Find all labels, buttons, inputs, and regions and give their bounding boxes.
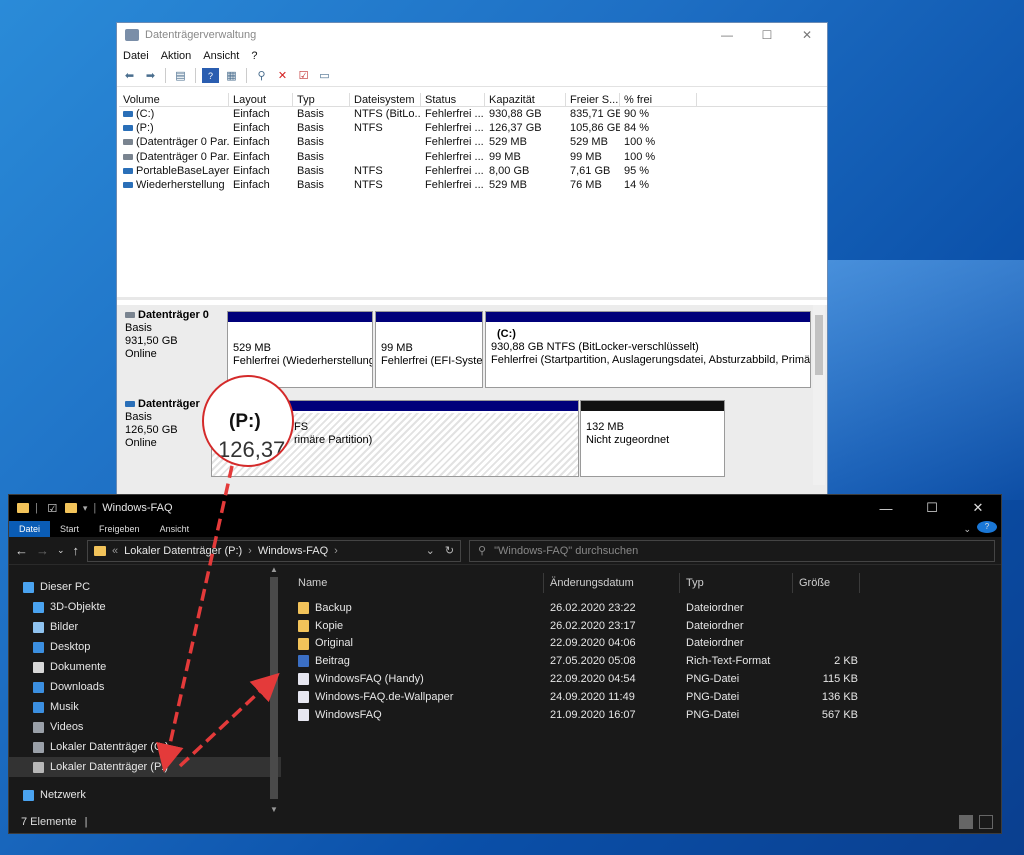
arrow-to-files xyxy=(178,672,280,768)
annotation-arrows xyxy=(156,465,280,773)
arrow-to-drive-p xyxy=(156,465,234,773)
